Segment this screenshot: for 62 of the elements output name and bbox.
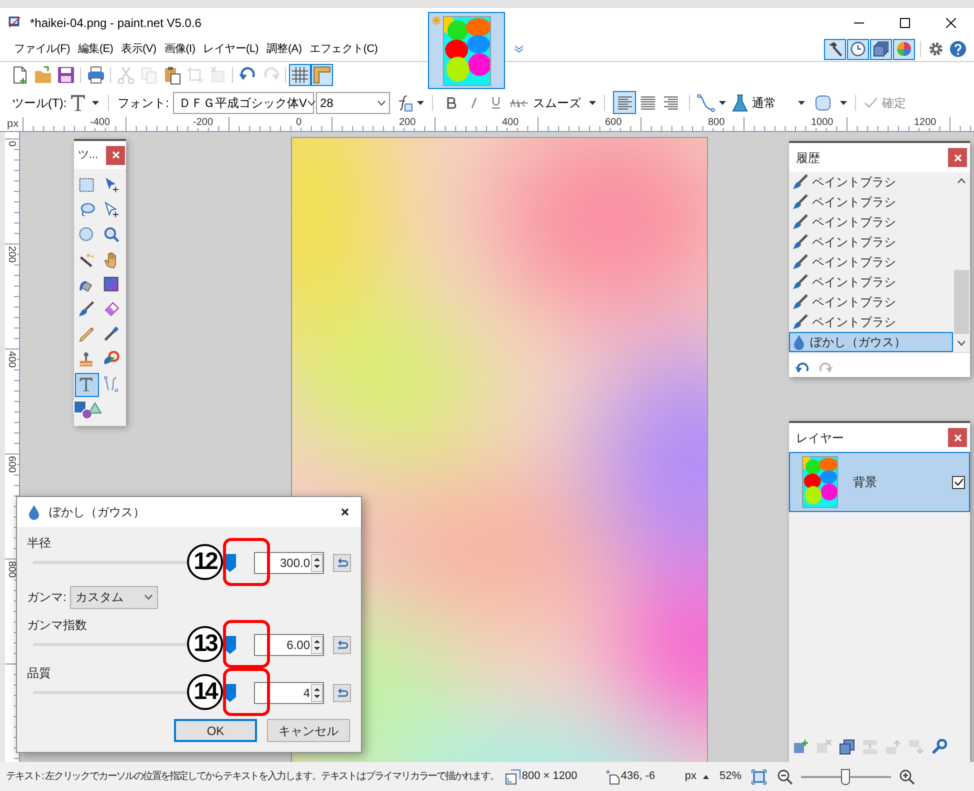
antialias-dropdown[interactable]: スムーズ [533, 94, 596, 112]
ruler-label: 800 [6, 561, 17, 578]
field-label: ガンマ: [27, 589, 66, 606]
ruler-label: 200 [6, 246, 17, 263]
history-item[interactable]: ペイントブラシ [789, 192, 953, 212]
menu-item[interactable]: 表示(V) [117, 40, 160, 58]
dialog-button[interactable]: キャンセル [267, 719, 350, 742]
layer-name: 背景 [853, 474, 878, 491]
ruler-label: 0 [296, 117, 302, 128]
status-hint: テキスト: 左クリックでカーソルの位置を指定してからテキストを入力します。テキストはプライマリカラーで描かれます。 [6, 770, 499, 784]
ruler-unit: px [6, 117, 20, 131]
ruler-label: 600 [605, 117, 622, 128]
callout-number: 12 [187, 544, 223, 580]
history-item[interactable]: ぼかし（ガウス） [789, 332, 953, 352]
history-item[interactable]: ペイントブラシ [789, 172, 953, 192]
ruler-label: 1000 [811, 117, 834, 128]
history-item[interactable]: ペイントブラシ [789, 232, 953, 252]
field-label: 半径 [27, 535, 52, 550]
panel-title: ツ... [78, 148, 98, 163]
menu-item[interactable]: ファイル(F) [10, 40, 74, 58]
history-item[interactable]: ペイントブラシ [789, 312, 953, 332]
ruler-label: 0 [6, 141, 17, 147]
history-item[interactable]: ペイントブラシ [789, 272, 953, 292]
panel-title: レイヤー [796, 430, 844, 446]
cursor-position: 436, -6 [620, 769, 656, 784]
size-dropdown[interactable]: 28 [316, 92, 390, 114]
menu-item[interactable]: 調整(A) [262, 40, 306, 58]
menu-item[interactable]: 画像(I) [160, 40, 200, 58]
font-label: フォント: [118, 94, 169, 112]
ruler-label: 800 [708, 117, 725, 128]
ruler-label: -400 [90, 117, 110, 128]
font-dropdown[interactable]: ＤＦＧ平成ゴシック体V [173, 92, 314, 114]
dialog-button[interactable]: OK [174, 719, 257, 742]
field-label: 品質 [27, 665, 52, 680]
panel-title: 履歴 [796, 150, 820, 166]
ruler-label: 600 [6, 456, 17, 473]
ruler-label: 400 [502, 117, 519, 128]
window-title: *haikei-04.png - paint.net V5.0.6 [30, 14, 202, 32]
blend-mode-dropdown[interactable]: 通常 [732, 94, 805, 112]
zoom-level: 52% [719, 769, 742, 784]
callout-number: 13 [187, 626, 223, 662]
field-label: ガンマ指数 [27, 617, 88, 632]
menu-item[interactable]: 編集(E) [74, 40, 118, 58]
ruler-label: 1200 [914, 117, 936, 128]
tool-label: ツール(T): [12, 94, 67, 112]
ruler-label: 200 [399, 117, 416, 128]
image-size: 800 × 1200 [522, 769, 578, 784]
history-item[interactable]: ペイントブラシ [789, 252, 953, 272]
menu-item[interactable]: レイヤー(L) [199, 40, 263, 58]
history-item[interactable]: ペイントブラシ [789, 292, 953, 312]
layer-item[interactable]: 背景 [789, 452, 970, 512]
menu-item[interactable]: エフェクト(C) [306, 40, 382, 58]
units-dropdown[interactable]: px [684, 768, 710, 785]
ruler-label: -200 [193, 117, 214, 128]
number-field[interactable]: 4 [254, 682, 324, 704]
number-field[interactable]: 6.00 [254, 634, 324, 656]
ruler-label: 400 [6, 351, 17, 368]
dialog-title: ぼかし（ガウス） [49, 504, 145, 521]
callout-number: 14 [187, 674, 223, 710]
history-item[interactable]: ペイントブラシ [789, 212, 953, 232]
number-field[interactable]: 300.0 [254, 552, 324, 574]
gamma-dropdown[interactable]: カスタム [70, 586, 158, 608]
